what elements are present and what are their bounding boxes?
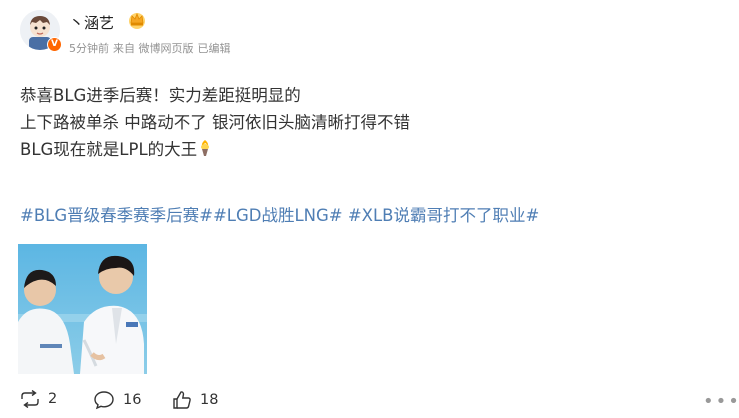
torch-icon bbox=[201, 140, 210, 156]
verified-badge-icon: V bbox=[47, 37, 62, 52]
post-meta: 5分钟前 来自 微博网页版 已编辑 bbox=[69, 40, 235, 56]
repost-count: 2 bbox=[48, 391, 58, 407]
content-line-2: 上下路被单杀 中路动不了 银河依旧头脑清晰打得不错 bbox=[20, 113, 410, 132]
edited-label[interactable]: 已编辑 bbox=[198, 42, 231, 55]
hashtag-lgd[interactable]: #LGD战胜LNG# bbox=[213, 206, 343, 225]
content-line-3: BLG现在就是LPL的大王 bbox=[20, 136, 410, 163]
hashtag-row: #BLG晋级春季赛季后赛##LGD战胜LNG# #XLB说霸哥打不了职业# bbox=[20, 204, 539, 228]
comment-icon bbox=[94, 391, 114, 410]
repost-icon bbox=[21, 390, 39, 408]
thumbs-up-icon bbox=[173, 391, 191, 409]
content-line-3-text: BLG现在就是LPL的大王 bbox=[20, 140, 198, 159]
comment-button[interactable]: 16 bbox=[93, 390, 141, 410]
like-count: 18 bbox=[200, 392, 219, 408]
comment-count: 16 bbox=[123, 392, 142, 408]
author-name[interactable]: 丶涵艺 bbox=[69, 12, 114, 33]
post-source: 来自 微博网页版 bbox=[113, 42, 194, 55]
like-button[interactable]: 18 bbox=[172, 390, 218, 410]
content-line-1: 恭喜BLG进季后赛！实力差距挺明显的 bbox=[20, 86, 301, 105]
hashtag-xlb[interactable]: #XLB说霸哥打不了职业# bbox=[348, 206, 539, 225]
more-options-icon[interactable]: ••• bbox=[703, 393, 739, 411]
repost-button[interactable]: 2 bbox=[20, 390, 57, 408]
hashtag-blg[interactable]: #BLG晋级春季赛季后赛# bbox=[20, 206, 213, 225]
photo-thumbnail-icon bbox=[18, 244, 147, 374]
action-bar: 2 16 18 bbox=[0, 390, 739, 416]
post-image[interactable] bbox=[18, 244, 147, 374]
post-time[interactable]: 5分钟前 bbox=[69, 42, 109, 55]
crown-icon[interactable] bbox=[127, 11, 147, 29]
post-content: 恭喜BLG进季后赛！实力差距挺明显的 上下路被单杀 中路动不了 银河依旧头脑清晰… bbox=[20, 82, 410, 163]
